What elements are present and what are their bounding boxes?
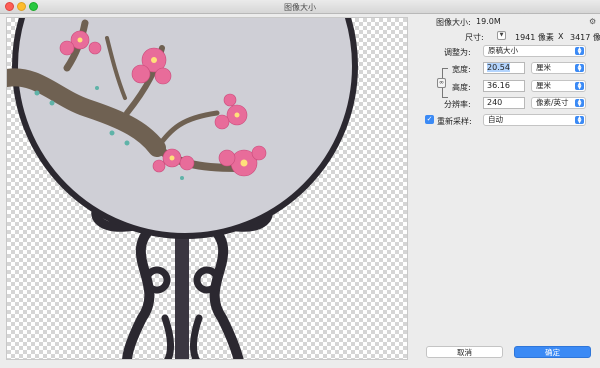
dimensions-height: 3417 像素: [570, 33, 600, 42]
width-label: 宽度:: [452, 65, 471, 74]
link-icon[interactable]: ∞: [437, 78, 446, 88]
fit-select[interactable]: 原稿大小 ▲ ▼: [483, 45, 586, 57]
resample-label: 重新采样:: [437, 117, 472, 126]
dimensions-label: 尺寸:: [465, 33, 484, 42]
resolution-unit-select[interactable]: 像素/英寸 ▲ ▼: [531, 97, 586, 109]
fit-label: 调整为:: [444, 48, 471, 57]
fit-value: 原稿大小: [488, 46, 518, 55]
select-arrow-icon: ▲ ▼: [575, 47, 584, 56]
resample-select[interactable]: 自动 ▲ ▼: [483, 114, 586, 126]
resolution-label: 分辨率:: [444, 100, 471, 109]
image-size-panel: 图像大小: 19.0M ⚙ 尺寸: ▼ 1941 像素 X 3417 像素 调整…: [414, 14, 600, 368]
height-unit: 厘米: [536, 81, 551, 90]
chevron-down-icon[interactable]: ▼: [497, 31, 506, 40]
gear-icon[interactable]: ⚙: [589, 17, 596, 26]
fan-image: [7, 18, 358, 359]
select-arrow-icon: ▲ ▼: [575, 82, 584, 91]
dimensions-separator: X: [558, 32, 564, 41]
window-title: 图像大小: [284, 3, 316, 12]
check-icon[interactable]: ✓: [425, 115, 434, 124]
dimensions-width: 1941 像素: [515, 33, 554, 42]
image-size-value: 19.0M: [476, 17, 501, 26]
image-preview[interactable]: [6, 17, 408, 360]
image-size-label: 图像大小:: [436, 18, 471, 27]
height-value: 36.16: [487, 81, 510, 90]
height-label: 高度:: [452, 83, 471, 92]
height-input[interactable]: 36.16: [483, 80, 525, 92]
title-bar: 图像大小: [0, 0, 600, 14]
resolution-unit: 像素/英寸: [536, 98, 569, 107]
resolution-input[interactable]: 240: [483, 97, 525, 109]
select-arrow-icon: ▲ ▼: [575, 116, 584, 125]
select-arrow-icon: ▲ ▼: [575, 99, 584, 108]
width-unit-select[interactable]: 厘米 ▲ ▼: [531, 62, 586, 74]
width-value: 20.54: [487, 63, 510, 72]
width-unit: 厘米: [536, 63, 551, 72]
width-input[interactable]: 20.54: [483, 62, 525, 74]
ok-button[interactable]: 确定: [514, 346, 591, 358]
select-arrow-icon: ▲ ▼: [575, 64, 584, 73]
resolution-value: 240: [487, 98, 503, 107]
resample-value: 自动: [488, 115, 503, 124]
cancel-button[interactable]: 取消: [426, 346, 503, 358]
height-unit-select[interactable]: 厘米 ▲ ▼: [531, 80, 586, 92]
fan-stem: [175, 228, 189, 359]
